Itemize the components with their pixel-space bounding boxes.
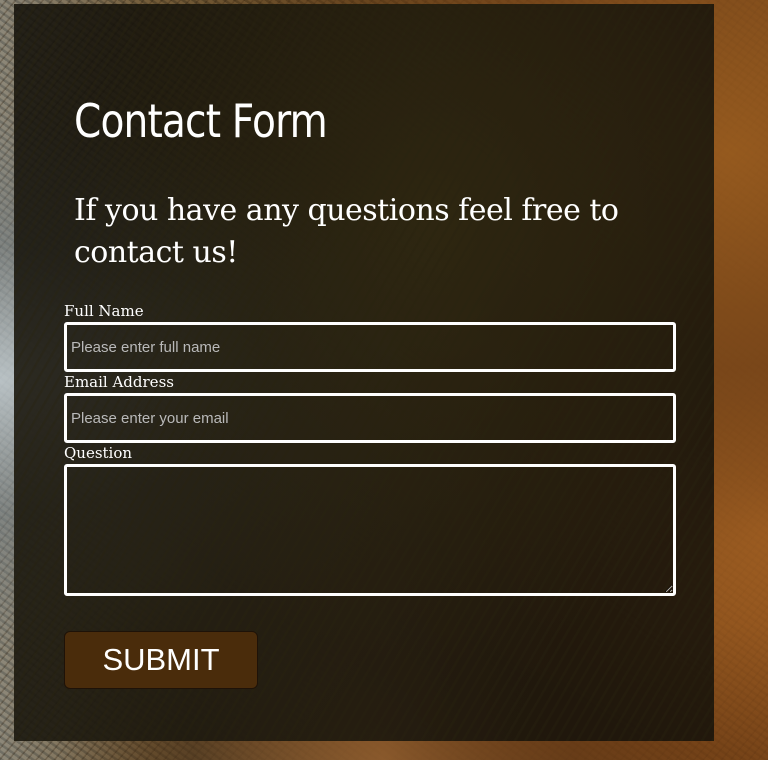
question-textarea[interactable]	[64, 464, 676, 596]
full-name-input[interactable]	[64, 322, 676, 372]
full-name-label: Full Name	[64, 302, 144, 320]
email-input[interactable]	[64, 393, 676, 443]
contact-form-panel: Contact Form If you have any questions f…	[14, 4, 714, 741]
submit-button[interactable]: SUBMIT	[64, 631, 258, 689]
question-label: Question	[64, 444, 133, 462]
form-subtitle: If you have any questions feel free to c…	[74, 193, 619, 270]
page-title: Contact Form	[74, 94, 328, 148]
email-label: Email Address	[64, 373, 174, 391]
